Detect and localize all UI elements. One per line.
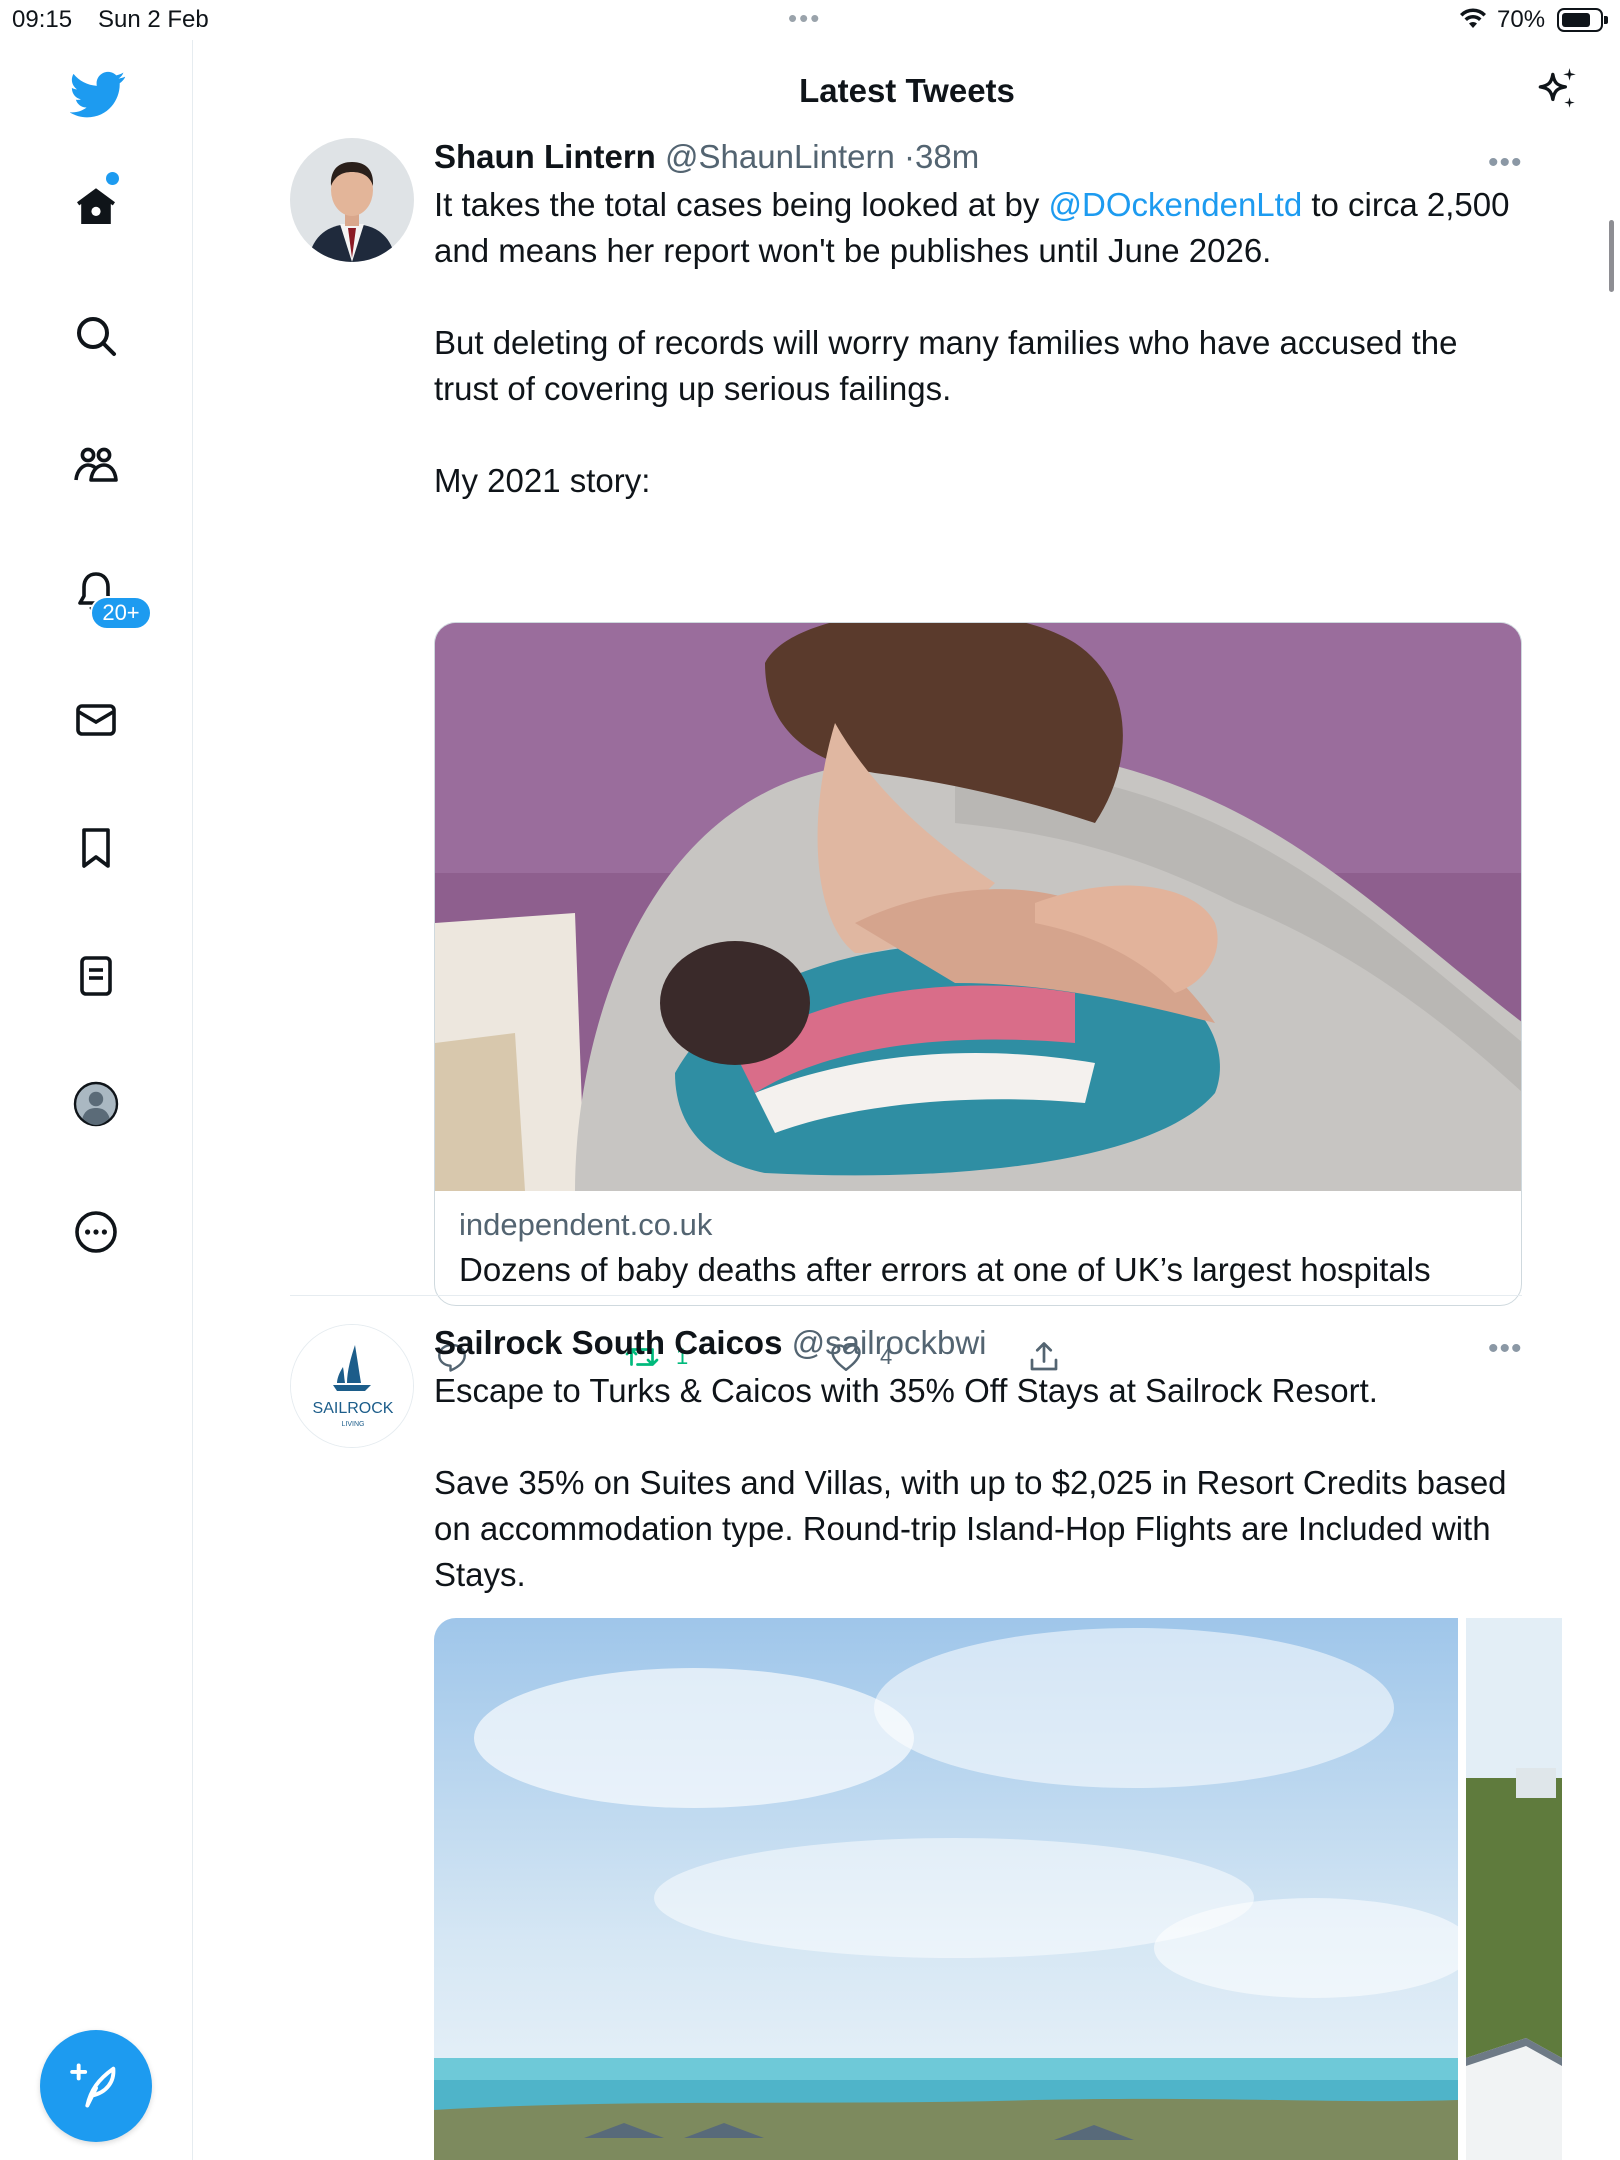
tweet-more-button[interactable]: •••: [1488, 1332, 1523, 1366]
tweet-header: Sailrock South Caicos @sailrockbwi: [434, 1324, 986, 1362]
tweet-paragraph: Save 35% on Suites and Villas, with up t…: [434, 1464, 1516, 1593]
avatar[interactable]: [290, 138, 414, 262]
sidebar: 20+: [0, 40, 193, 2160]
home-icon: [77, 188, 115, 224]
avatar[interactable]: SAILROCK LIVING: [290, 1324, 414, 1448]
author-handle[interactable]: @sailrockbwi: [792, 1324, 987, 1361]
twitter-logo-icon[interactable]: [70, 66, 126, 122]
author-name[interactable]: Sailrock South Caicos: [434, 1324, 782, 1361]
sparkle-icon[interactable]: [1532, 64, 1582, 114]
tweet-paragraph: My 2021 story:: [434, 462, 651, 499]
nav-communities[interactable]: [62, 430, 130, 498]
timeline-header: Latest Tweets: [194, 40, 1620, 130]
card-title: Dozens of baby deaths after errors at on…: [459, 1251, 1431, 1288]
link-card[interactable]: independent.co.uk Dozens of baby deaths …: [434, 622, 1522, 1306]
bookmark-icon: [82, 828, 110, 868]
tweet-header: Shaun Lintern @ShaunLintern ·38m: [434, 138, 979, 176]
tweet-more-button[interactable]: •••: [1488, 146, 1523, 180]
nav-profile[interactable]: [62, 1070, 130, 1138]
feather-plus-icon: [70, 2063, 116, 2108]
author-name[interactable]: Shaun Lintern: [434, 138, 656, 175]
resort-photo-2: [1466, 1618, 1562, 2160]
status-time: 09:15: [12, 6, 73, 33]
more-circle-icon: [75, 1211, 117, 1253]
nav-explore[interactable]: [62, 302, 130, 370]
profile-avatar-icon: [73, 1081, 119, 1127]
tweet-paragraph: But deleting of records will worry many …: [434, 324, 1467, 407]
lists-icon: [80, 956, 112, 996]
nav-messages[interactable]: [62, 686, 130, 754]
page-title: Latest Tweets: [799, 72, 1015, 109]
avatar-photo: [290, 138, 414, 262]
multitasking-dots[interactable]: •••: [788, 3, 821, 34]
nav-bookmarks[interactable]: [62, 814, 130, 882]
compose-tweet-button[interactable]: [40, 2030, 152, 2142]
notifications-count-badge: 20+: [90, 596, 152, 630]
status-bar: 09:15 Sun 2 Feb ••• 70%: [0, 0, 1620, 40]
mention-link[interactable]: @DOckendenLtd: [1049, 186, 1303, 223]
tweet-paragraph: Escape to Turks & Caicos with 35% Off St…: [434, 1372, 1378, 1409]
logo-text: SAILROCK: [313, 1400, 394, 1417]
tweet-time[interactable]: 38m: [915, 138, 979, 175]
status-date: Sun 2 Feb: [98, 6, 209, 33]
nav-more[interactable]: [62, 1198, 130, 1266]
battery-percent: 70%: [1497, 6, 1546, 33]
search-icon: [77, 317, 116, 356]
author-handle[interactable]: @ShaunLintern: [665, 138, 895, 175]
card-image: [435, 623, 1521, 1191]
logo-subtext: LIVING: [342, 1421, 365, 1428]
tweet-media-image[interactable]: [1466, 1618, 1562, 2160]
nav-home[interactable]: [62, 173, 130, 241]
scrollbar[interactable]: [1609, 220, 1614, 292]
tweet-divider: [290, 1295, 1522, 1296]
resort-photo: [434, 1618, 1458, 2160]
battery-icon: [1557, 8, 1608, 32]
tweet-text: It takes the total cases being looked at…: [434, 182, 1522, 504]
communities-icon: [74, 447, 118, 482]
separator-dot: ·: [904, 138, 916, 175]
tweet-text: Escape to Turks & Caicos with 35% Off St…: [434, 1368, 1522, 1598]
home-new-indicator: [106, 172, 119, 185]
envelope-icon: [76, 704, 116, 736]
nav-lists[interactable]: [62, 942, 130, 1010]
wifi-icon: [1460, 8, 1486, 28]
sailrock-logo-icon: SAILROCK LIVING: [291, 1325, 413, 1447]
tweet-text-part: It takes the total cases being looked at…: [434, 186, 1049, 223]
tweet-media-image[interactable]: [434, 1618, 1458, 2160]
card-domain: independent.co.uk: [459, 1207, 713, 1242]
